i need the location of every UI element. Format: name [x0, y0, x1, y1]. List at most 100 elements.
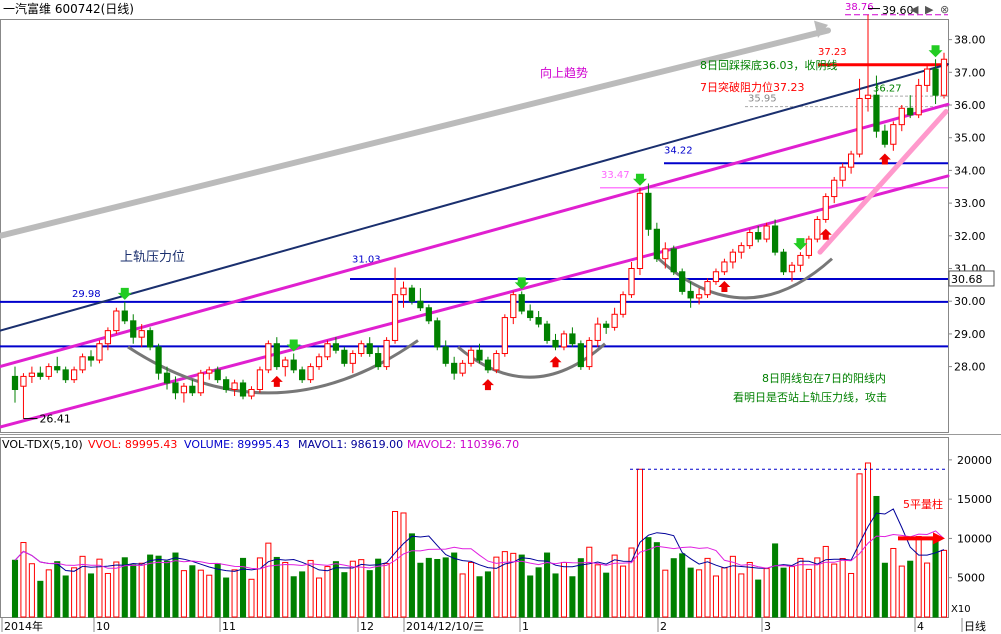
volume-bar [375, 558, 382, 618]
candle [788, 264, 796, 273]
volume-bar [180, 570, 187, 618]
candle [746, 232, 753, 247]
candle [299, 369, 306, 381]
candle [873, 94, 880, 132]
volume-bar [468, 561, 475, 618]
vol-note: 5平量柱 [903, 497, 943, 511]
candle [476, 349, 483, 361]
volume-bar [459, 573, 466, 618]
candle [923, 68, 931, 86]
volume-bar [848, 572, 855, 618]
candle [104, 330, 112, 345]
volume-bar [493, 556, 500, 618]
date-label: 4 [917, 620, 924, 633]
candle [535, 317, 542, 325]
candle [206, 369, 213, 374]
candle [771, 225, 779, 253]
volume-bar [822, 545, 829, 618]
volume-bar [223, 577, 230, 618]
candle [864, 94, 872, 99]
volume-bar [620, 565, 627, 618]
volume-bar [577, 558, 584, 618]
candle [619, 294, 627, 315]
volume-bar [37, 580, 44, 618]
candle [231, 382, 238, 390]
candle [467, 349, 475, 364]
low-label: 26.41 [39, 413, 70, 426]
candle [256, 369, 264, 390]
volume-bar [383, 563, 390, 618]
price-tick-label: 36.00 [954, 99, 986, 112]
candle [366, 343, 373, 355]
candle [560, 333, 568, 348]
vol-legend-mavol2: MAVOL2: 110396.70 [407, 438, 519, 451]
volume-bar [696, 569, 703, 618]
volume-bar [358, 559, 365, 618]
level-label: 35.95 [748, 94, 777, 105]
candle [915, 84, 922, 116]
volume-bar [434, 558, 441, 618]
prev-icon[interactable]: ◀ [910, 3, 919, 16]
candle [400, 287, 407, 296]
volume-bar [451, 552, 458, 618]
volume-bar [341, 572, 348, 618]
volume-bar [746, 561, 753, 618]
candle [130, 320, 137, 338]
volume-bar [653, 542, 660, 618]
volume-bar [206, 574, 213, 618]
candle [552, 339, 559, 348]
volume-bar [54, 561, 61, 618]
candle [349, 353, 356, 364]
candle [510, 294, 517, 319]
volume-bar [712, 575, 720, 618]
candle [358, 343, 365, 355]
volume-bar [282, 561, 289, 618]
candle [391, 294, 399, 341]
candle [45, 366, 52, 377]
price-tick-label: 28.00 [954, 361, 986, 374]
volume-bar [797, 557, 804, 618]
candle [653, 228, 660, 260]
volume-bar [290, 576, 297, 618]
volume-bar [155, 555, 162, 618]
volume-bar [788, 566, 796, 618]
date-label: 10 [96, 620, 110, 633]
candle [603, 323, 610, 328]
volume-bar [687, 567, 694, 618]
candle [856, 97, 863, 155]
level-label: 29.98 [72, 289, 101, 300]
volume-bar [704, 557, 711, 618]
window-controls[interactable]: ◀ ▶ ⊗ [910, 3, 949, 16]
volume-bar [442, 557, 449, 618]
vol-unit-label: X10 [951, 604, 971, 615]
candle [822, 196, 829, 220]
volume-bar [307, 559, 314, 618]
candle [831, 179, 838, 198]
volume-bar [324, 566, 331, 618]
candle [155, 346, 162, 374]
candle [712, 271, 720, 283]
volume-bar [71, 567, 78, 618]
candle [434, 320, 441, 348]
candle [797, 254, 804, 266]
volume-bar [189, 565, 196, 618]
next-icon[interactable]: ▶ [925, 3, 934, 16]
upper-rail-label: 上轨压力位 [120, 250, 185, 265]
volume-bar [400, 512, 407, 618]
volume-bar [484, 571, 491, 618]
date-label: 11 [222, 620, 236, 633]
candle [577, 343, 584, 368]
volume-bar [881, 562, 888, 618]
candle [543, 323, 551, 341]
volume-bar [113, 561, 120, 618]
volume-bar [907, 560, 914, 618]
note-bottom-1: 8日阴线包在7日的阳线内 [762, 371, 886, 385]
candle [721, 261, 728, 273]
candle [332, 343, 340, 351]
volume-bar [856, 473, 863, 618]
candle [189, 385, 196, 394]
date-label: 1 [522, 620, 529, 633]
candle [670, 248, 677, 273]
close-icon[interactable]: ⊗ [940, 3, 949, 16]
volume-bar [679, 553, 686, 618]
